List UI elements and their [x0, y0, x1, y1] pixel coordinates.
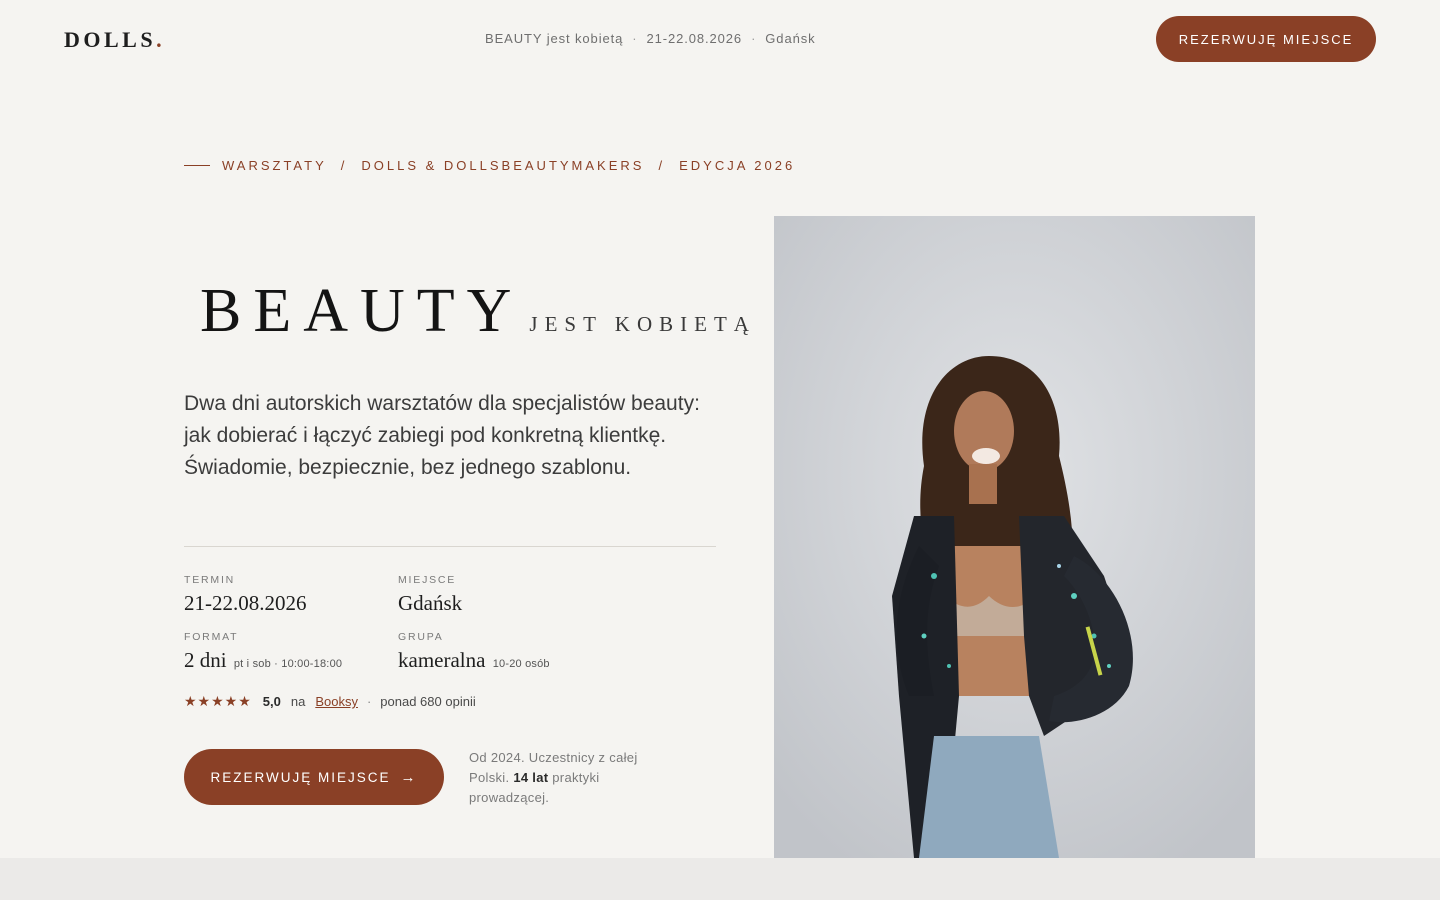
detail-value: Gdańsk — [398, 591, 463, 615]
reserve-button[interactable]: REZERWUJĘ MIEJSCE → — [184, 749, 444, 805]
rating-score: 5,0 — [262, 694, 281, 709]
header-reserve-button[interactable]: REZERWUJĘ MIEJSCE — [1156, 16, 1376, 62]
woman-portrait-image — [774, 216, 1255, 858]
event-title-sub: JEST KOBIETĄ — [529, 312, 756, 336]
breadcrumb-line — [184, 165, 210, 166]
arrow-right-icon: → — [400, 768, 418, 786]
detail-value: kameralna 10-20 osób — [398, 648, 716, 673]
breadcrumb-separator: / — [340, 158, 348, 173]
detail-label: MIEJSCE — [398, 574, 457, 586]
detail-label: FORMAT — [184, 631, 239, 643]
separator: · — [751, 31, 757, 46]
breadcrumb-item-warsztaty[interactable]: WARSZTATY — [222, 158, 327, 173]
detail-label: GRUPA — [398, 631, 444, 643]
breadcrumb: WARSZTATY / DOLLS & DOLLSBEAUTYMAKERS / … — [184, 158, 795, 173]
event-lead: Dwa dni autorskich warsztatów dla specja… — [184, 392, 700, 479]
next-section-band — [0, 858, 1440, 900]
separator: · — [366, 694, 372, 709]
detail-termin: TERMIN 21-22.08.2026 — [184, 574, 398, 616]
grupa-note: 10-20 osób — [492, 658, 550, 670]
detail-label: TERMIN — [184, 574, 236, 586]
logo-text: DOLLS — [64, 27, 157, 52]
format-value: 2 dni — [184, 648, 227, 672]
star-rating-icon: ★★★★★ — [184, 693, 252, 709]
logo[interactable]: DOLLS. — [64, 27, 165, 53]
detail-format: FORMAT 2 dni pt i sob · 10:00-18:00 — [184, 631, 398, 673]
reserve-button-label: REZERWUJĘ MIEJSCE — [210, 769, 391, 785]
note-years: 14 lat — [513, 770, 549, 785]
detail-miejsce: MIEJSCE Gdańsk — [398, 574, 716, 616]
event-title-main: BEAUTY — [200, 277, 524, 345]
logo-dot: . — [156, 27, 166, 52]
event-summary: BEAUTY jest kobietą · 21-22.08.2026 · Gdańsk — [485, 31, 816, 46]
separator: · — [632, 31, 638, 46]
details-row-2: FORMAT 2 dni pt i sob · 10:00-18:00 GRUP… — [184, 631, 716, 673]
review-count: ponad 680 opinii — [380, 694, 476, 709]
detail-grupa: GRUPA kameralna 10-20 osób — [398, 631, 716, 673]
experience-note: Od 2024. Uczestnicy z całej Polski. 14 l… — [469, 748, 669, 808]
detail-value: 21-22.08.2026 — [184, 591, 307, 615]
event-title-logo: BEAUTY JEST KOBIETĄ — [200, 280, 756, 342]
rating: ★★★★★ 5,0 na Booksy · ponad 680 opinii — [184, 693, 476, 710]
divider — [184, 546, 716, 547]
booksy-link[interactable]: Booksy — [315, 694, 358, 709]
grupa-value: kameralna — [398, 648, 486, 672]
breadcrumb-item-dolls[interactable]: DOLLS & DOLLSBEAUTYMAKERS — [361, 158, 644, 173]
details-row-1: TERMIN 21-22.08.2026 MIEJSCE Gdańsk — [184, 574, 716, 616]
rating-on: na — [290, 694, 306, 709]
breadcrumb-item-edycja: EDYCJA 2026 — [679, 158, 796, 173]
breadcrumb-separator: / — [658, 158, 666, 173]
event-city: Gdańsk — [765, 31, 816, 46]
event-dates: 21-22.08.2026 — [646, 31, 743, 46]
hero-photo — [774, 216, 1255, 858]
detail-value: 2 dni pt i sob · 10:00-18:00 — [184, 648, 398, 673]
format-note: pt i sob · 10:00-18:00 — [233, 658, 343, 670]
event-name: BEAUTY jest kobietą — [485, 31, 624, 46]
